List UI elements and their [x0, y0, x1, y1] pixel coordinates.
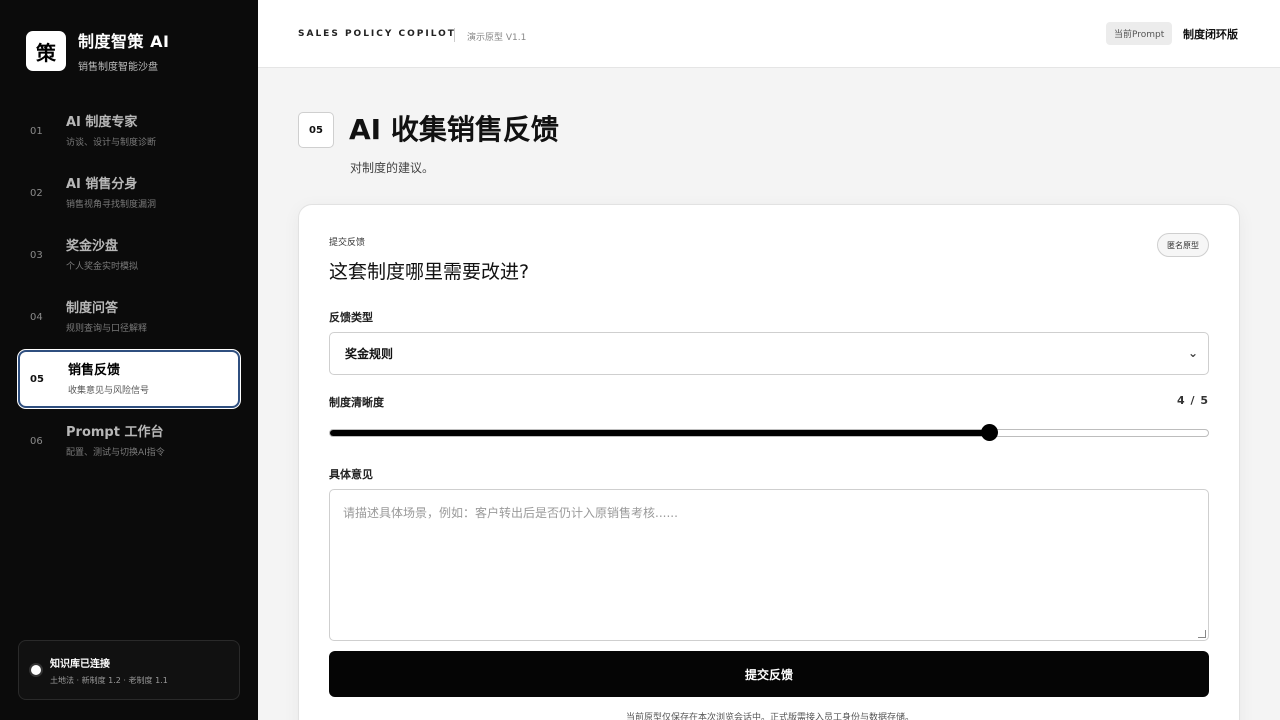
- nav-number: 05: [30, 373, 44, 385]
- header-divider: [454, 28, 455, 42]
- brand-subtitle: 销售制度智能沙盘: [78, 62, 158, 73]
- top-header: SALES POLICY COPILOT 演示原型 V1.1 当前Prompt …: [258, 0, 1280, 68]
- card-question: 这套制度哪里需要改进?: [329, 261, 530, 283]
- sidebar-item-sales-feedback[interactable]: 05 销售反馈 收集意见与风险信号: [18, 350, 240, 408]
- page-title: AI 收集销售反馈: [349, 113, 559, 146]
- comment-placeholder: 请描述具体场景，例如：客户转出后是否仍计入原销售考核......: [343, 506, 678, 520]
- nav-label: 奖金沙盘: [66, 238, 119, 254]
- anonymous-badge: 匿名原型: [1157, 233, 1209, 257]
- nav-label: 销售反馈: [68, 362, 121, 378]
- brand: 策 制度智策 AI 销售制度智能沙盘: [26, 31, 169, 73]
- nav-description: 访谈、设计与制度诊断: [66, 137, 157, 148]
- brand-logo: 策: [26, 31, 66, 71]
- nav-number: 06: [30, 435, 43, 447]
- clarity-slider-fill: [330, 430, 989, 436]
- feedback-type-label: 反馈类型: [329, 311, 373, 324]
- mode-label: 制度闭环版: [1183, 28, 1238, 41]
- sidebar-item-bonus-sandbox[interactable]: 03 奖金沙盘 个人奖金实时模拟: [18, 226, 240, 284]
- clarity-label: 制度清晰度: [329, 396, 384, 409]
- submit-feedback-button[interactable]: 提交反馈: [329, 651, 1209, 697]
- sidebar: 策 制度智策 AI 销售制度智能沙盘 01 AI 制度专家 访谈、设计与制度诊断…: [0, 0, 258, 720]
- sidebar-item-policy-qa[interactable]: 04 制度问答 规则查询与口径解释: [18, 288, 240, 346]
- nav-number: 01: [30, 125, 43, 137]
- sidebar-nav: 01 AI 制度专家 访谈、设计与制度诊断 02 AI 销售分身 销售视角寻找制…: [18, 102, 240, 474]
- knowledge-base-sources: 土地法 · 新制度 1.2 · 老制度 1.1: [50, 675, 168, 685]
- header-version: 演示原型 V1.1: [467, 33, 527, 43]
- current-prompt-button[interactable]: 当前Prompt: [1106, 22, 1173, 45]
- clarity-slider-track[interactable]: [329, 429, 1209, 437]
- sidebar-item-ai-expert[interactable]: 01 AI 制度专家 访谈、设计与制度诊断: [18, 102, 240, 160]
- comment-textarea[interactable]: 请描述具体场景，例如：客户转出后是否仍计入原销售考核......: [329, 489, 1209, 641]
- nav-description: 个人奖金实时模拟: [66, 261, 139, 272]
- nav-description: 规则查询与口径解释: [66, 323, 148, 334]
- status-dot-icon: [31, 665, 41, 675]
- feedback-type-select[interactable]: 奖金规则 ⌄: [329, 332, 1209, 375]
- page-number-badge: 05: [298, 112, 334, 148]
- resize-grip-icon[interactable]: [1198, 630, 1206, 638]
- clarity-slider-handle[interactable]: [981, 424, 998, 441]
- sidebar-item-ai-sales-avatar[interactable]: 02 AI 销售分身 销售视角寻找制度漏洞: [18, 164, 240, 222]
- card-kicker: 提交反馈: [329, 238, 366, 248]
- clarity-value: 4 / 5: [1177, 394, 1209, 407]
- feedback-card: 提交反馈 这套制度哪里需要改进? 匿名原型 反馈类型 奖金规则 ⌄ 制度清晰度 …: [298, 204, 1240, 720]
- nav-description: 销售视角寻找制度漏洞: [66, 199, 157, 210]
- nav-description: 配置、测试与切换AI指令: [66, 447, 165, 458]
- header-brand: SALES POLICY COPILOT: [298, 29, 456, 39]
- comment-label: 具体意见: [329, 468, 373, 481]
- nav-number: 02: [30, 187, 43, 199]
- nav-label: 制度问答: [66, 300, 119, 316]
- footnote: 当前原型仅保存在本次浏览会话中。正式版需接入员工身份与数据存储。: [625, 713, 914, 720]
- knowledge-base-title: 知识库已连接: [50, 658, 110, 670]
- knowledge-base-status: 知识库已连接 土地法 · 新制度 1.2 · 老制度 1.1: [18, 640, 240, 700]
- page-subtitle: 对制度的建议。: [350, 161, 435, 175]
- feedback-type-value: 奖金规则: [345, 347, 394, 361]
- nav-label: Prompt 工作台: [66, 424, 164, 440]
- nav-label: AI 销售分身: [66, 176, 138, 192]
- nav-description: 收集意见与风险信号: [68, 385, 150, 396]
- brand-title: 制度智策 AI: [78, 32, 170, 51]
- nav-label: AI 制度专家: [66, 114, 138, 130]
- nav-number: 03: [30, 249, 43, 261]
- chevron-down-icon: ⌄: [1187, 346, 1198, 360]
- nav-number: 04: [30, 311, 43, 323]
- sidebar-item-prompt-workbench[interactable]: 06 Prompt 工作台 配置、测试与切换AI指令: [18, 412, 240, 470]
